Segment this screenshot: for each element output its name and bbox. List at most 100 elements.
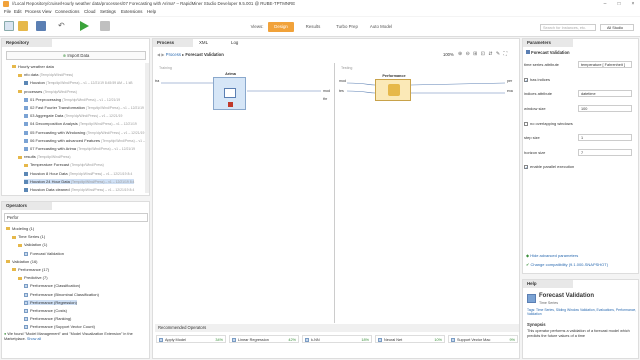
- recommended-operator[interactable]: Linear Regression 42%: [229, 335, 299, 343]
- menu-file[interactable]: File: [4, 9, 11, 14]
- help-subtitle: Time Series: [539, 301, 559, 305]
- performance-operator[interactable]: Performance: [375, 74, 411, 101]
- menu-help[interactable]: Help: [147, 9, 156, 14]
- tab-log[interactable]: Log: [227, 39, 257, 47]
- breadcrumb-forecast-validation[interactable]: Forecast Validation: [185, 52, 223, 57]
- repo-item[interactable]: Hourly weather data: [12, 64, 54, 69]
- parameter-checkbox[interactable]: ✓: [524, 77, 528, 82]
- repo-item-meta: (Temp/dp/Wind/Press) – v1 – 12/21/19: [64, 114, 123, 119]
- info-icon: ●: [4, 332, 7, 336]
- tab-xml[interactable]: XML: [195, 39, 225, 47]
- help-tags[interactable]: Tags: Time Series, Sliding Window Valida…: [527, 308, 637, 317]
- import-data-button[interactable]: ⊕ Import Data: [6, 51, 146, 60]
- open-process-icon[interactable]: [18, 21, 28, 31]
- global-search-input[interactable]: Search for Instances, etc.: [540, 24, 596, 31]
- parameter-label: horizon size: [524, 150, 546, 155]
- breadcrumb-process[interactable]: Process: [166, 52, 181, 57]
- process-toolbar-icons[interactable]: ⊕ ⊖ ⊞ ⊡ ⇵ ✎ ⛶: [458, 51, 508, 57]
- maximize-button[interactable]: □: [612, 0, 626, 8]
- repo-item[interactable]: Houston Data cleaned (Temp/dp/Wind/Press…: [24, 187, 134, 192]
- help-operator-icon: [527, 294, 536, 303]
- parameter-row: ✓ has indices: [524, 77, 550, 82]
- undo-icon[interactable]: ↶: [58, 21, 68, 31]
- training-subprocess[interactable]: Training tra mod thr Arima: [155, 63, 335, 323]
- operator-search-input[interactable]: Perfor: [4, 213, 148, 222]
- recommended-operator[interactable]: Neural Net 10%: [375, 335, 445, 343]
- zoom-level: 100%: [443, 52, 454, 57]
- arima-operator[interactable]: Arima: [213, 72, 246, 110]
- repo-item[interactable]: results (Temp/dp/Wind/Press): [18, 154, 70, 159]
- parameter-checkbox[interactable]: [524, 121, 528, 126]
- tab-repository[interactable]: Repository: [2, 39, 52, 47]
- operator-item-label: Validation (16): [12, 258, 38, 264]
- recommended-operator[interactable]: k-NN 18%: [302, 335, 372, 343]
- repo-item[interactable]: Houston (Temp/dp/Wind/Press) – v1 – 12/2…: [24, 80, 133, 85]
- repo-item-meta: (Temp/dp/Wind/Press) – v1 – 12/21/19 8:4: [68, 171, 133, 176]
- hide-advanced-link[interactable]: ◆ Hide advanced parameters: [526, 253, 578, 258]
- repo-item-meta: (Temp/dp/Wind/Press) – v1 – 12/21/19 8:4…: [46, 81, 133, 86]
- close-button[interactable]: ×: [626, 0, 640, 8]
- repo-item[interactable]: 02 Fast Fourier Transformation (Temp/dp/…: [24, 105, 144, 110]
- new-process-icon[interactable]: [4, 21, 14, 31]
- tab-help[interactable]: Help: [523, 280, 573, 288]
- view-design[interactable]: Design: [268, 22, 294, 32]
- repo-item[interactable]: 04 Decomposition Analysis (Temp/dp/Wind/…: [24, 121, 137, 126]
- view-results[interactable]: Results: [300, 22, 326, 32]
- parameter-value-field[interactable]: 100: [578, 105, 632, 112]
- show-all-link[interactable]: Show all: [27, 337, 41, 341]
- operator-tree-item[interactable]: Validation (1): [18, 242, 47, 247]
- repo-item[interactable]: 01 Preprocessing (Temp/dp/Wind/Press) – …: [24, 97, 120, 102]
- menu-connections[interactable]: Connections: [55, 9, 79, 14]
- operator-tree-item[interactable]: Performance (17): [12, 267, 49, 272]
- operator-tree-item[interactable]: Performance (Binominal Classification): [24, 292, 99, 297]
- operator-tree-item[interactable]: Performance (Support Vector Count): [24, 324, 95, 329]
- menu-edit[interactable]: Edit: [14, 9, 22, 14]
- repo-item[interactable]: Houston 24 Hour Data (Temp/dp/Wind/Press…: [24, 178, 135, 184]
- parameter-value-field[interactable]: 7: [578, 149, 632, 156]
- parameter-checkbox[interactable]: ✓: [524, 164, 528, 169]
- repo-item[interactable]: Houston 8 Hour Data (Temp/dp/Wind/Press)…: [24, 171, 132, 176]
- view-auto-model[interactable]: Auto Model: [366, 22, 396, 32]
- tab-parameters[interactable]: Parameters: [523, 39, 573, 47]
- operator-tree-item[interactable]: Predictive (7): [18, 275, 48, 280]
- menu-process[interactable]: Process: [25, 9, 41, 14]
- repo-scrollbar[interactable]: [145, 63, 149, 193]
- tab-process[interactable]: Process: [153, 39, 193, 47]
- menu-cloud[interactable]: Cloud: [84, 9, 95, 14]
- menu-view[interactable]: View: [42, 9, 51, 14]
- recommended-operator[interactable]: Apply Model 34%: [156, 335, 226, 343]
- parameter-value-field[interactable]: temperature [ Fahrenheit ]: [578, 61, 632, 68]
- repo-item-meta: (Temp/dp/Wind/Press): [39, 73, 74, 78]
- operator-tree-item[interactable]: Performance (Ranking): [24, 316, 71, 321]
- compatibility-link[interactable]: ✔ Change compatibility (9.1.000-SNAPSHOT…: [526, 262, 608, 267]
- tab-operators[interactable]: Operators: [2, 202, 52, 210]
- operator-tree-item[interactable]: Time Series (1): [12, 234, 45, 239]
- run-icon[interactable]: [80, 21, 89, 31]
- back-icon[interactable]: ◀ ▶: [157, 52, 165, 57]
- operator-tree-item[interactable]: Validation (16): [6, 259, 38, 264]
- repo-item[interactable]: 06 Forecasting with advanced Features (T…: [24, 138, 145, 143]
- operator-tree-item[interactable]: Performance (Costs): [24, 308, 67, 313]
- menu-extensions[interactable]: Extensions: [121, 9, 142, 14]
- repo-item[interactable]: nfo data (Temp/dp/Wind/Press): [18, 72, 73, 77]
- repo-item[interactable]: processes (Temp/dp/Wind/Press): [18, 89, 77, 94]
- recommended-operator[interactable]: Support Vector Mac 9%: [448, 335, 518, 343]
- studio-scope-select[interactable]: All Studio: [600, 24, 634, 31]
- marketplace-notice: ● We found "Model Management" and "Model…: [4, 332, 133, 341]
- view-turbo-prep[interactable]: Turbo Prep: [332, 22, 362, 32]
- menu-settings[interactable]: Settings: [100, 9, 116, 14]
- repo-item[interactable]: 05 Forecasting with Windowing (Temp/dp/W…: [24, 130, 144, 135]
- operator-tree-item[interactable]: Performance (Regression): [24, 299, 77, 305]
- parameter-value-field[interactable]: datetime: [578, 90, 632, 97]
- operator-tree-item[interactable]: Forecast Validation: [24, 251, 64, 256]
- repo-item[interactable]: 03 Aggregate Data (Temp/dp/Wind/Press) –…: [24, 113, 122, 118]
- save-icon[interactable]: [36, 21, 46, 31]
- minimize-button[interactable]: –: [598, 0, 612, 8]
- repo-item[interactable]: 07 Forecasting with Arima (Temp/dp/Wind/…: [24, 146, 135, 151]
- operator-tree-item[interactable]: Performance (Classification): [24, 283, 80, 288]
- parameter-value-field[interactable]: 1: [578, 134, 632, 141]
- repo-item[interactable]: Temperature Forecast (Temp/dp/Wind/Press…: [24, 162, 104, 167]
- operator-tree-item[interactable]: Modeling (1): [6, 226, 34, 231]
- stop-icon[interactable]: [100, 21, 110, 31]
- testing-subprocess[interactable]: Testing mod tes per exa Performance: [337, 63, 517, 323]
